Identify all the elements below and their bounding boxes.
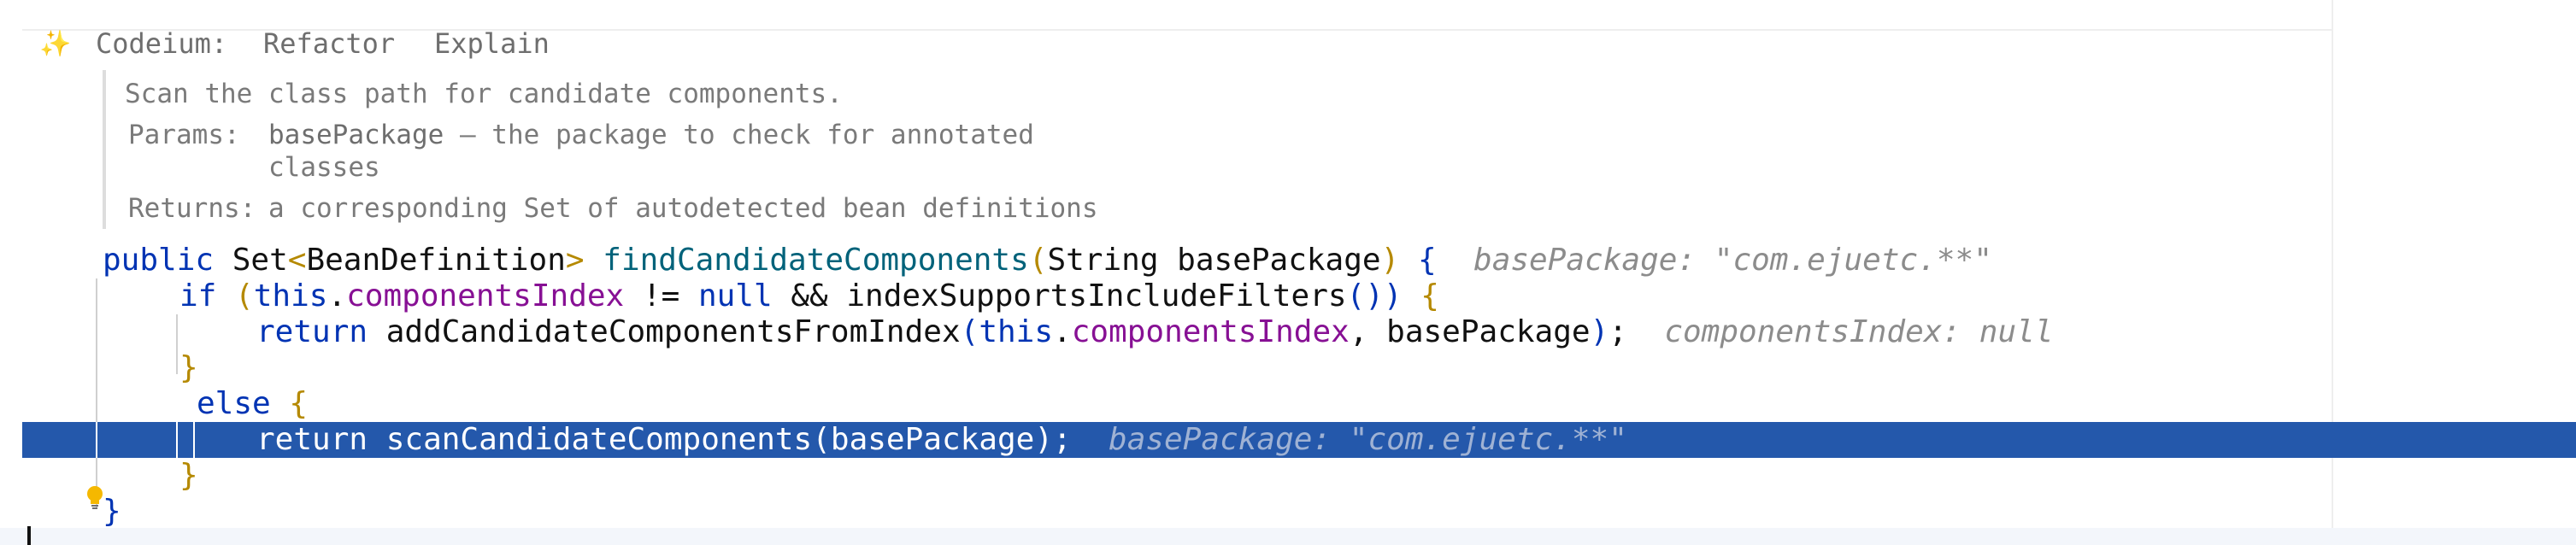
dot: .: [1053, 314, 1072, 349]
paren: (: [960, 314, 979, 349]
javadoc-param-name: basePackage: [268, 120, 444, 150]
method-call: scanCandidateComponents(basePackage);: [385, 422, 1072, 457]
generic-type: BeanDefinition: [306, 243, 566, 278]
keyword: null: [697, 278, 773, 314]
angle-bracket: <: [287, 243, 307, 278]
code-line[interactable]: }: [179, 458, 198, 494]
brace: }: [179, 458, 198, 493]
javadoc-returns-desc: a corresponding Set of autodetected bean…: [268, 193, 1098, 224]
brace: {: [289, 386, 309, 421]
codeium-refactor-action[interactable]: Refactor: [263, 27, 395, 60]
paren: ): [1380, 243, 1400, 278]
right-margin-guide: [2332, 0, 2333, 545]
keyword: this: [253, 278, 328, 314]
field-name: componentsIndex: [346, 278, 625, 314]
keyword: else: [197, 386, 271, 421]
indent-guide: [193, 422, 195, 458]
inline-debug-hint: componentsIndex: null: [1664, 314, 2054, 349]
code-line[interactable]: if (this.componentsIndex != null && inde…: [179, 278, 1439, 314]
paren: (: [235, 278, 254, 314]
codeium-explain-action[interactable]: Explain: [434, 27, 550, 60]
type-name: Set: [232, 243, 288, 278]
keyword: return: [256, 422, 368, 457]
code-line[interactable]: }: [179, 350, 198, 386]
field-name: componentsIndex: [1071, 314, 1350, 349]
angle-bracket: >: [565, 243, 585, 278]
indent-guide: [176, 314, 178, 374]
keyword: return: [256, 314, 368, 349]
paren: (: [1028, 243, 1048, 278]
lightbulb-icon[interactable]: [84, 485, 106, 511]
operator: &&: [772, 278, 847, 314]
text-caret: [27, 526, 31, 545]
method-call: indexSupportsIncludeFilters: [846, 278, 1347, 314]
javadoc-param-line: basePackage – the package to check for a…: [268, 120, 1034, 150]
code-line[interactable]: public Set<BeanDefinition> findCandidate…: [103, 243, 1992, 278]
next-line-area: [0, 528, 2576, 545]
code-line[interactable]: else {: [197, 386, 308, 422]
inline-debug-hint: basePackage: "com.ejuetc.**": [1109, 422, 1627, 457]
parameter: String basePackage: [1047, 243, 1381, 278]
paren: (): [1346, 278, 1384, 314]
indent-guide: [176, 422, 178, 458]
inline-debug-hint: basePackage: "com.ejuetc.**": [1473, 243, 1992, 278]
indent-guide: [96, 278, 97, 507]
argument: , basePackage: [1349, 314, 1591, 349]
method-call: addCandidateComponentsFromIndex: [385, 314, 961, 349]
javadoc-bar: [103, 70, 106, 229]
brace: {: [1417, 243, 1437, 278]
code-line[interactable]: return addCandidateComponentsFromIndex(t…: [256, 314, 2053, 350]
operator: !=: [624, 278, 698, 314]
keyword: this: [979, 314, 1054, 349]
javadoc-returns-label: Returns:: [128, 193, 256, 224]
keyword: public: [103, 243, 215, 278]
javadoc-param-desc-cont: classes: [268, 152, 380, 183]
javadoc-summary: Scan the class path for candidate compon…: [125, 79, 843, 109]
indent-guide: [96, 422, 97, 458]
javadoc-params-label: Params:: [128, 120, 240, 150]
paren: ): [1383, 278, 1403, 314]
sparkle-icon: ✨: [39, 29, 72, 59]
keyword: if: [179, 278, 217, 314]
method-name: findCandidateComponents: [603, 243, 1029, 278]
semicolon: ;: [1609, 314, 1627, 349]
brace: }: [179, 350, 198, 385]
dot: .: [327, 278, 347, 314]
code-line-current[interactable]: return scanCandidateComponents(basePacka…: [256, 422, 1627, 458]
codeium-label: Codeium:: [96, 27, 228, 60]
paren: ): [1590, 314, 1609, 349]
brace: {: [1420, 278, 1439, 314]
javadoc-param-desc: – the package to check for annotated: [459, 120, 1034, 150]
